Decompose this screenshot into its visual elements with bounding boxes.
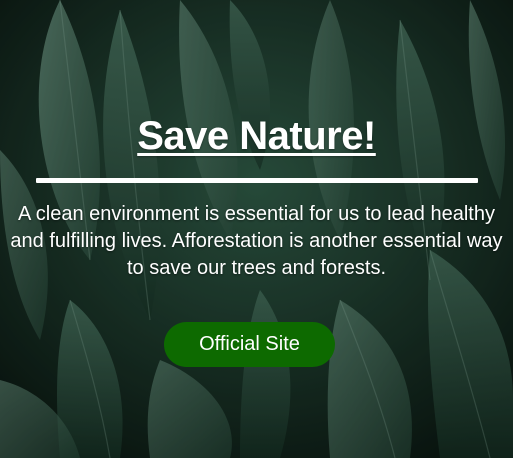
hero-content: Save Nature! A clean environment is esse…: [0, 0, 513, 458]
title-divider: [36, 178, 478, 183]
hero-description: A clean environment is essential for us …: [10, 203, 503, 279]
hero-section: Save Nature! A clean environment is esse…: [0, 0, 513, 458]
hero-title: Save Nature!: [137, 114, 376, 158]
official-site-button[interactable]: Official Site: [164, 322, 335, 367]
